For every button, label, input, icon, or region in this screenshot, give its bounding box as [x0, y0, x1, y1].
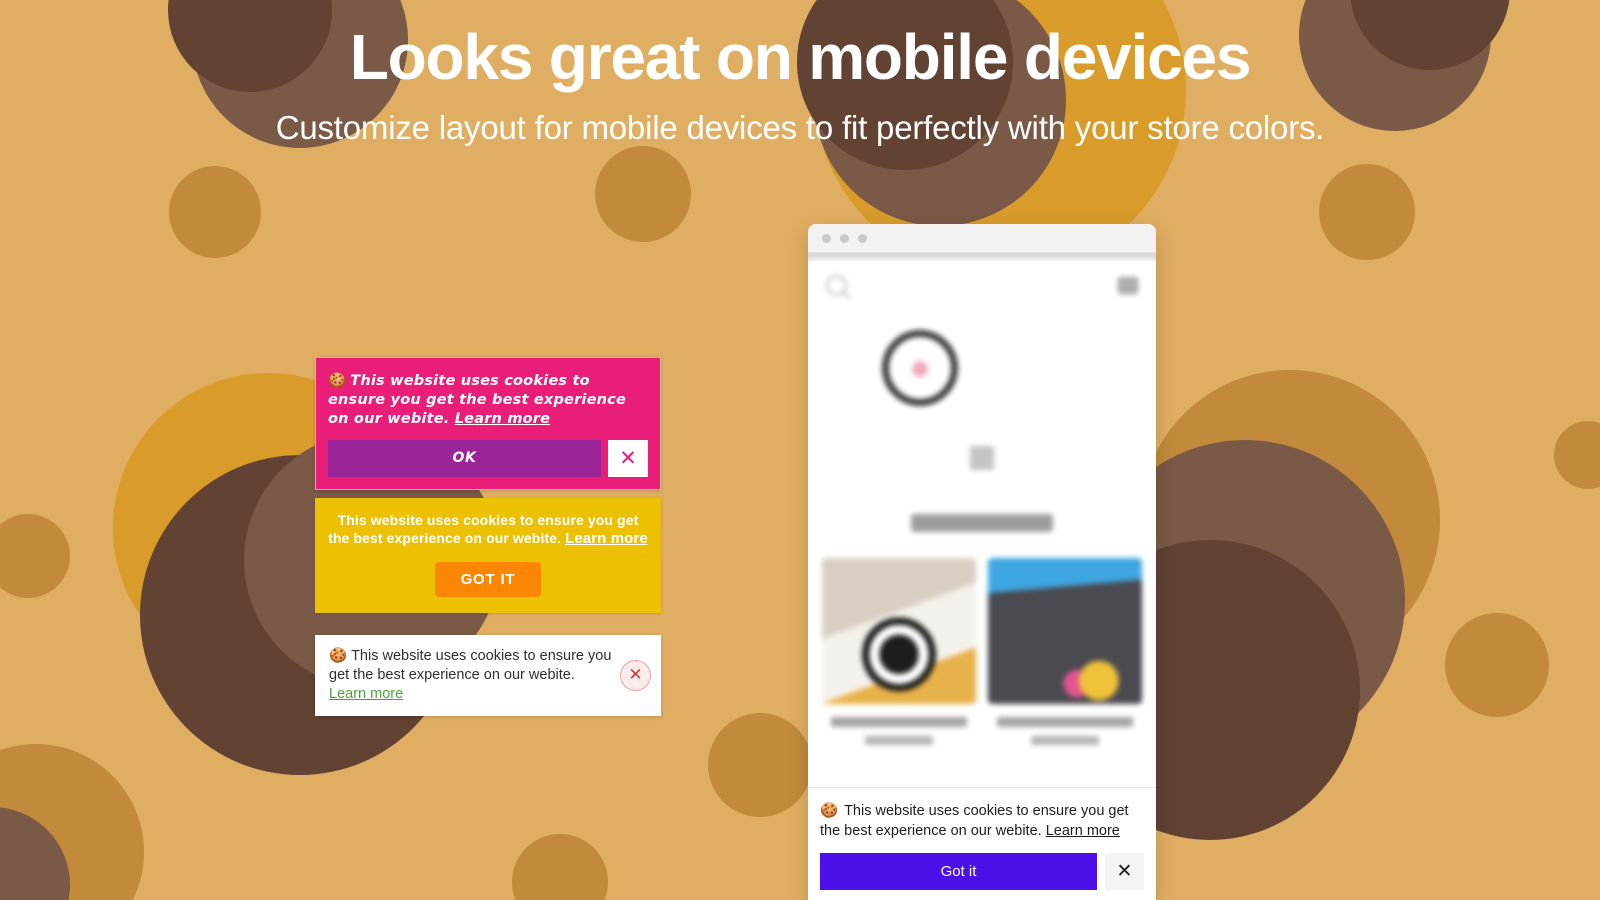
product-price [1031, 736, 1099, 745]
cookie-banner-yellow-message: This website uses cookies to ensure you … [327, 512, 649, 548]
close-icon: ✕ [619, 445, 637, 470]
accept-button-mockup[interactable]: Got it [820, 853, 1097, 890]
product-image [988, 558, 1142, 704]
cookie-banner-white-message: 🍪 This website uses cookies to ensure you… [329, 647, 612, 704]
close-icon: ✕ [628, 664, 643, 685]
accept-button-pink[interactable]: OK [328, 439, 601, 477]
learn-more-link-yellow[interactable]: Learn more [565, 530, 648, 547]
cookie-icon: 🍪 [820, 803, 839, 820]
learn-more-link-white[interactable]: Learn more [329, 686, 403, 702]
mockup-store-header [808, 261, 1156, 296]
mockup-store-logo [882, 330, 1082, 406]
window-zoom-dot[interactable] [858, 233, 867, 243]
mockup-cookie-banner[interactable]: 🍪 This website uses cookies to ensure you… [808, 787, 1156, 900]
learn-more-link-pink[interactable]: Learn more [455, 411, 550, 427]
page-title: Looks great on mobile devices [349, 21, 1252, 93]
product-price [865, 736, 933, 745]
mockup-section-title [911, 514, 1053, 532]
learn-more-link-mockup[interactable]: Learn more [1046, 823, 1120, 839]
cookie-banner-yellow[interactable]: This website uses cookies to ensure you … [315, 498, 661, 614]
accept-button-yellow[interactable]: GOT IT [434, 562, 542, 598]
window-close-dot[interactable] [822, 233, 831, 243]
close-icon: ✕ [1116, 860, 1133, 882]
cookie-banner-white-text: This website uses cookies to ensure you … [329, 648, 612, 683]
page-subtitle: Customize layout for mobile devices to f… [275, 108, 1325, 146]
product-title [997, 717, 1133, 727]
cookie-icon: 🍪 [329, 648, 348, 664]
close-button-pink[interactable]: ✕ [608, 439, 648, 477]
product-title [831, 717, 967, 727]
window-minimize-dot[interactable] [840, 233, 849, 243]
product-image [822, 558, 976, 704]
mockup-product-grid [808, 532, 1156, 745]
cookie-banner-pink-actions: OK ✕ [328, 439, 648, 477]
cart-icon[interactable] [1118, 277, 1138, 294]
cookie-icon: 🍪 [328, 373, 347, 389]
hero-section: Looks great on mobile devices Customize … [0, 0, 1600, 147]
cookie-banner-pink[interactable]: 🍪 This website uses cookies to ensure you… [315, 357, 661, 490]
mockup-cookie-message: 🍪 This website uses cookies to ensure you… [820, 802, 1144, 841]
product-card[interactable] [822, 558, 976, 745]
logo-mark-icon [882, 330, 958, 406]
search-icon[interactable] [826, 275, 847, 296]
cookie-banner-pink-message: 🍪 This website uses cookies to ensure you… [328, 372, 648, 429]
mockup-url-bar[interactable] [808, 253, 1156, 261]
mockup-titlebar [808, 224, 1156, 253]
close-button-white[interactable]: ✕ [620, 659, 651, 691]
browser-mockup: 🍪 This website uses cookies to ensure you… [808, 224, 1156, 900]
mockup-cookie-actions: Got it ✕ [820, 853, 1144, 890]
page-root: Looks great on mobile devices Customize … [0, 0, 1600, 900]
cookie-banner-white[interactable]: 🍪 This website uses cookies to ensure you… [315, 635, 661, 716]
hamburger-icon[interactable] [970, 446, 994, 470]
close-button-mockup[interactable]: ✕ [1105, 853, 1144, 890]
product-card[interactable] [988, 558, 1142, 745]
